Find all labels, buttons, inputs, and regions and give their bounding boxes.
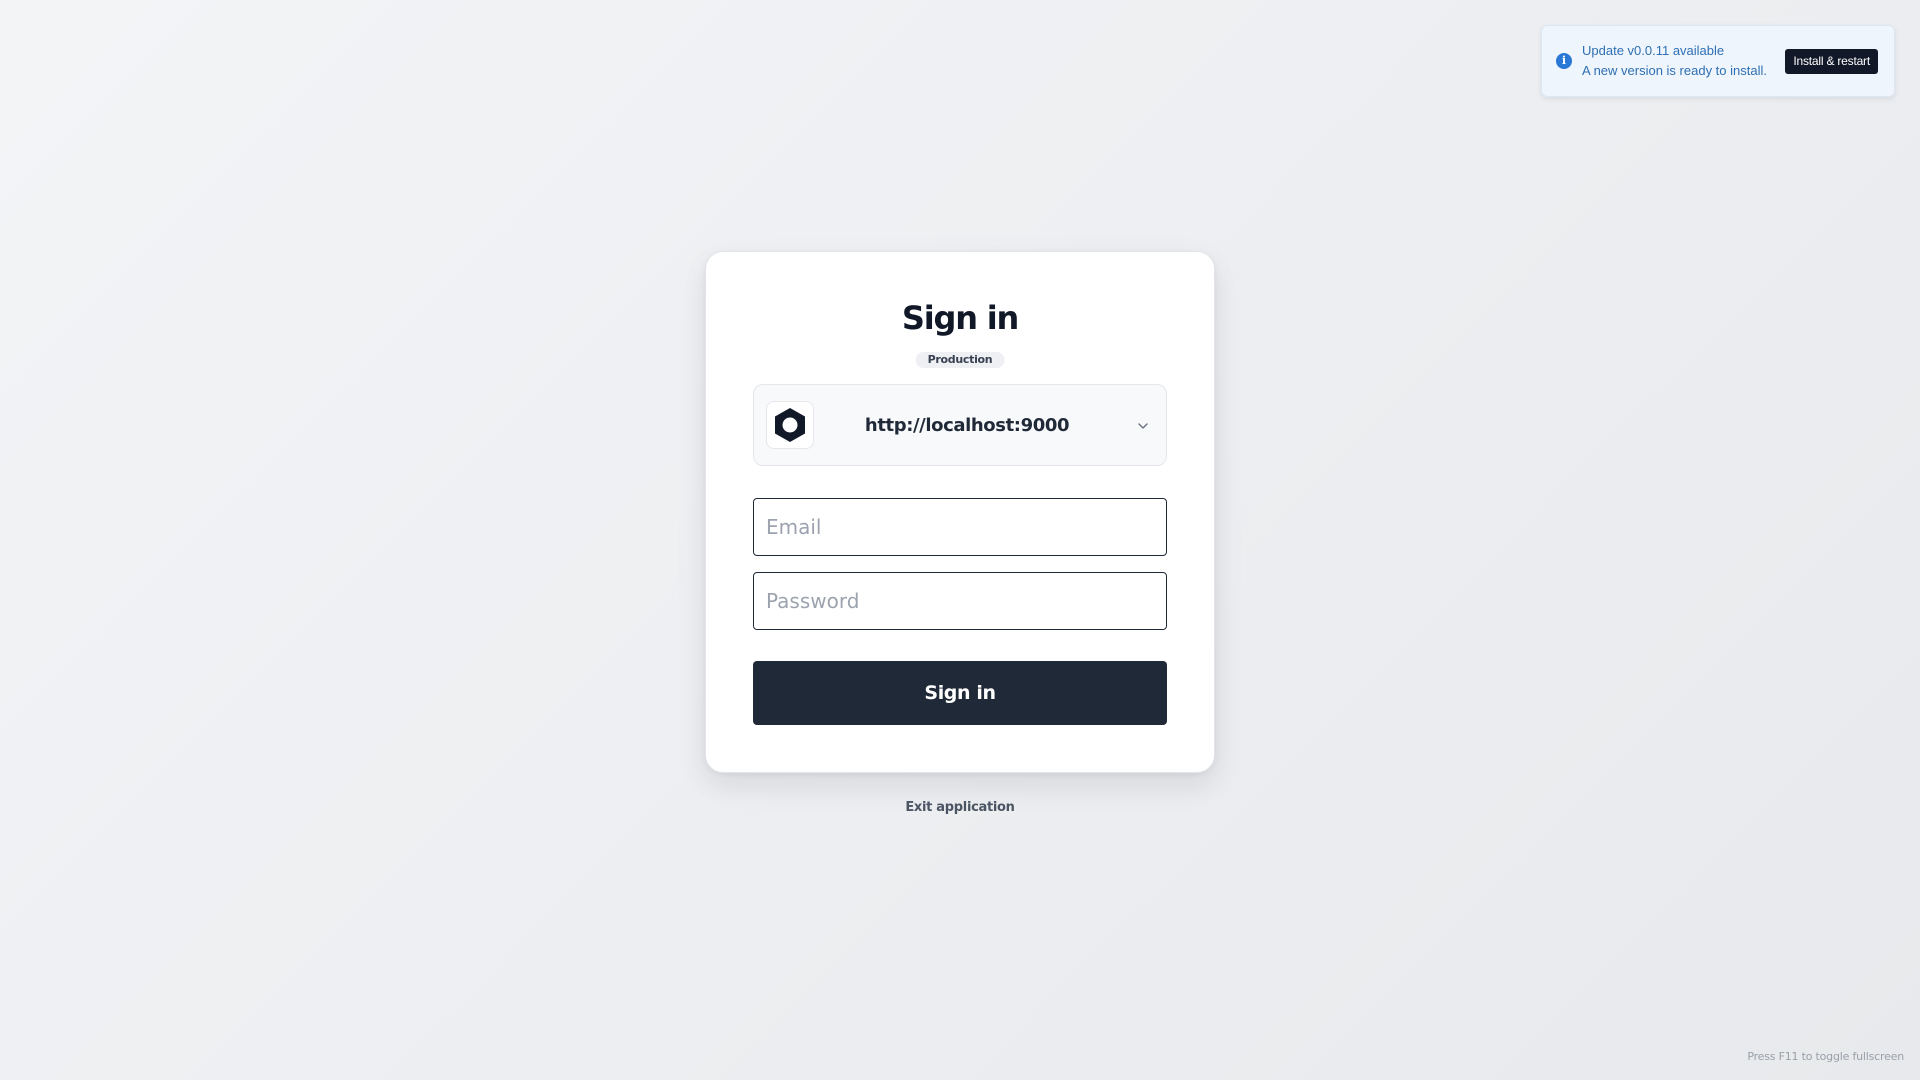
server-url: http://localhost:9000 (864, 414, 1070, 436)
exit-application-link[interactable]: Exit application (905, 800, 1015, 815)
info-icon: i (1556, 53, 1572, 69)
password-field[interactable] (753, 572, 1167, 630)
sign-in-card: Sign in Production http://localhost:9000… (705, 251, 1215, 773)
exit-application-container: Exit application (0, 799, 1920, 817)
install-restart-button[interactable]: Install & restart (1785, 48, 1878, 74)
toast-text: Update v0.0.11 available A new version i… (1582, 41, 1785, 81)
sign-in-button[interactable]: Sign in (753, 661, 1167, 725)
page-title: Sign in (901, 299, 1019, 337)
update-toast: i Update v0.0.11 available A new version… (1541, 25, 1895, 97)
fullscreen-hint: Press F11 to toggle fullscreen (1747, 1050, 1904, 1063)
server-selector[interactable]: http://localhost:9000 (753, 384, 1167, 466)
toast-message: A new version is ready to install. (1582, 63, 1767, 78)
email-field[interactable] (753, 498, 1167, 556)
chevron-down-icon[interactable] (1136, 419, 1150, 433)
environment-badge: Production (915, 352, 1005, 368)
toast-title: Update v0.0.11 available (1582, 43, 1725, 58)
